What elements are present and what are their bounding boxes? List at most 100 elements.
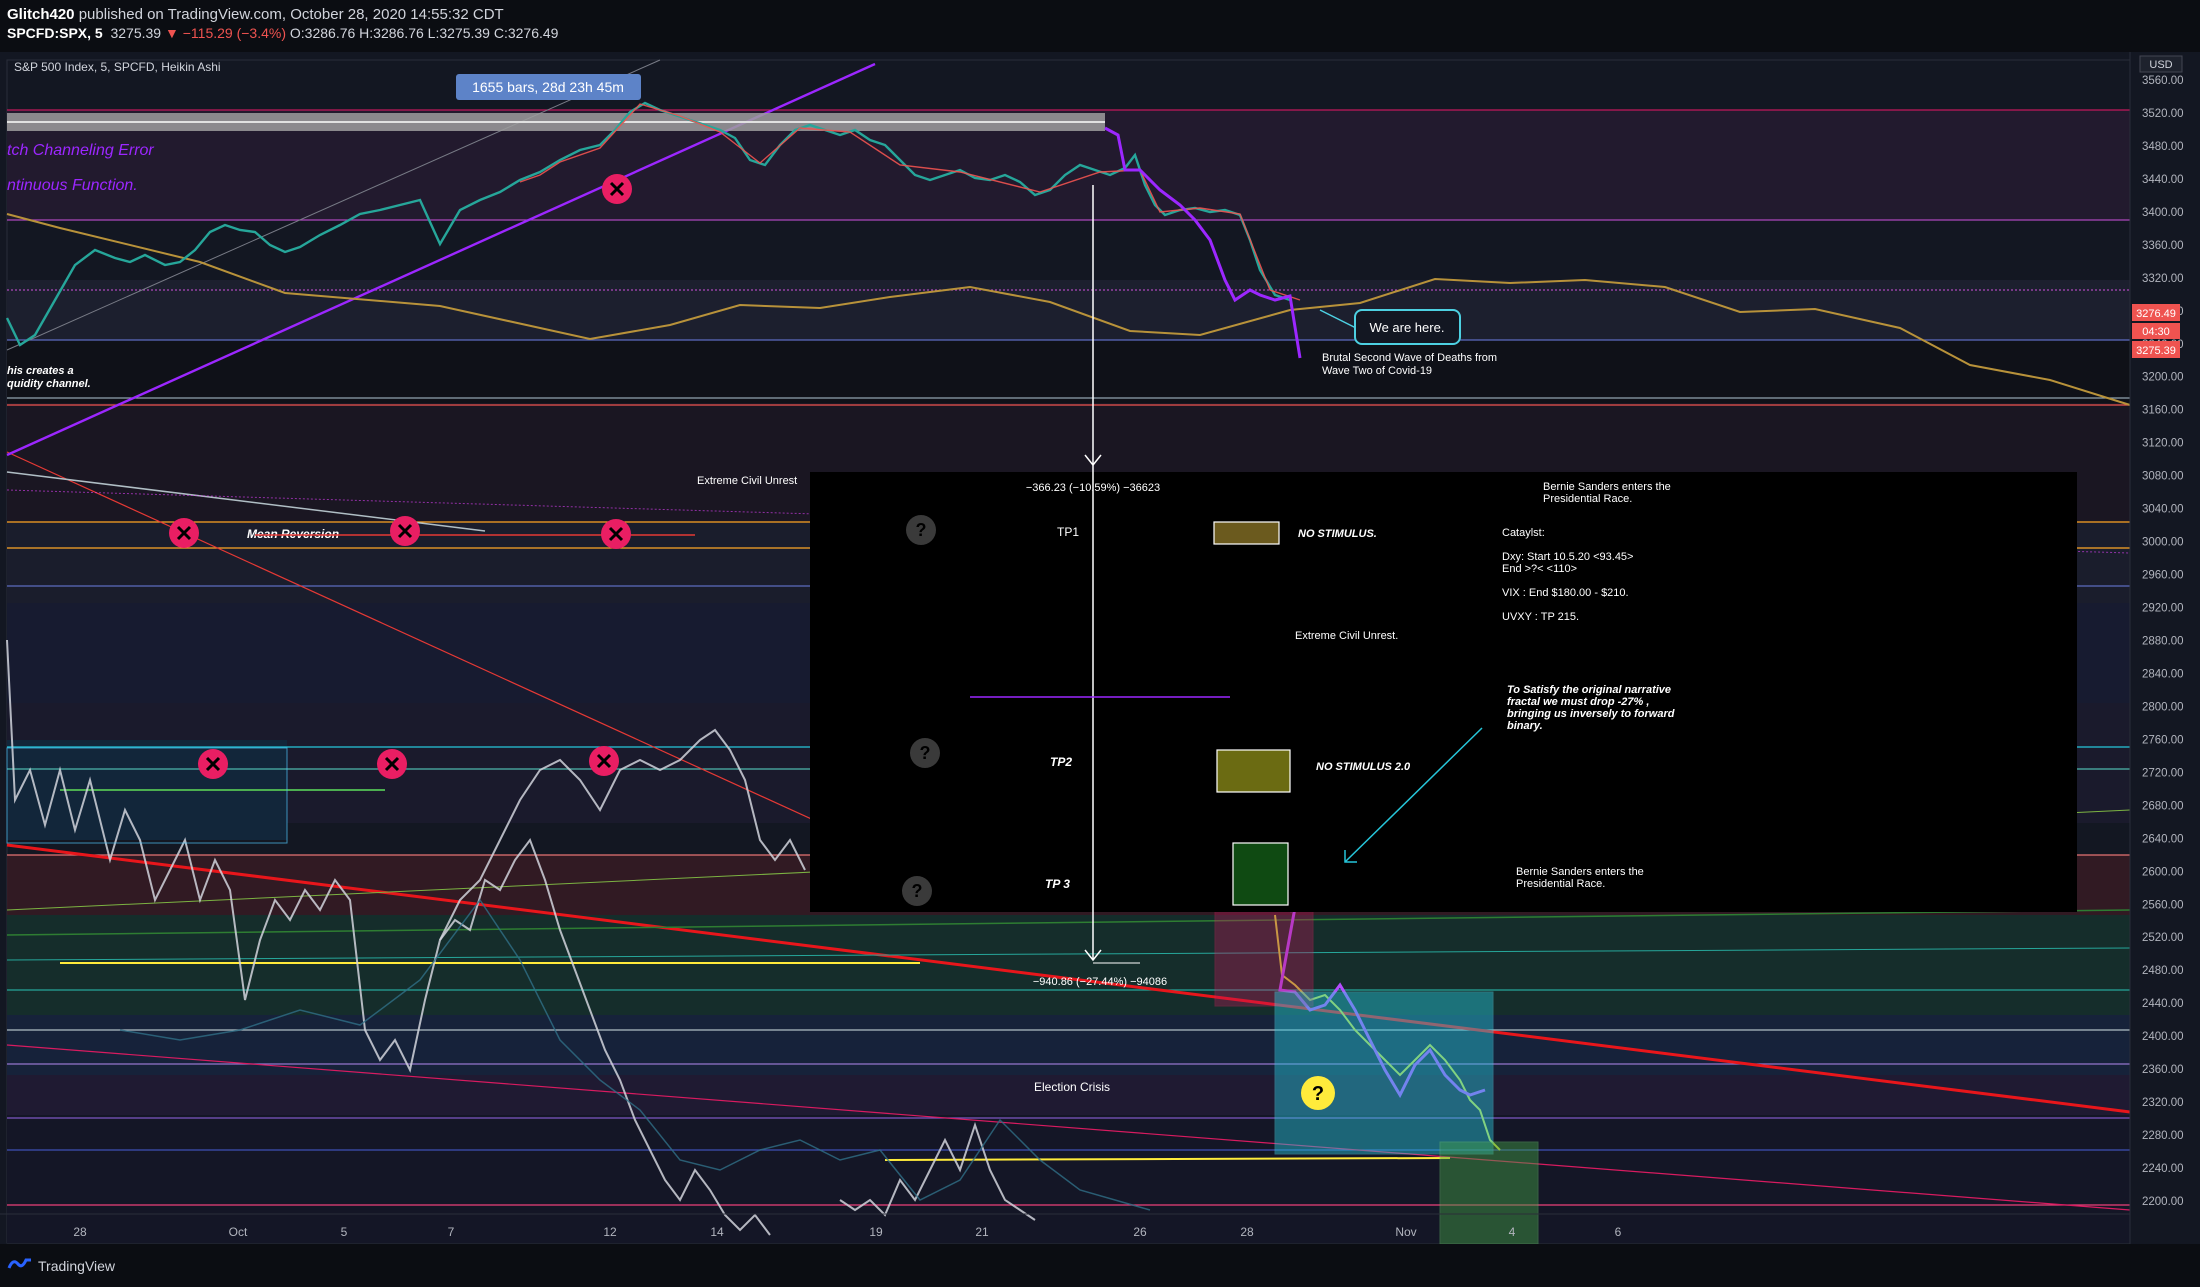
question-icon-yellow: ? — [1301, 1076, 1335, 1110]
time-tick-label: 6 — [1615, 1225, 1622, 1239]
no-stimulus-label: NO STIMULUS. — [1298, 528, 1377, 540]
info-panel — [810, 472, 2077, 912]
price-tag-low: 3275.39 — [2136, 345, 2176, 357]
measure-label-2: −940.86 (−27.44%) −94086 — [1033, 976, 1167, 988]
price-tick-label: 2880.00 — [2142, 636, 2184, 648]
tp3-label: TP 3 — [1045, 877, 1070, 891]
time-tick-label: 28 — [73, 1225, 87, 1239]
author-name[interactable]: Glitch420 — [7, 6, 75, 23]
x-marker-icon — [589, 746, 619, 776]
tp1-label: TP1 — [1057, 525, 1079, 539]
chart-header: Glitch420 published on TradingView.com, … — [0, 0, 2200, 60]
tradingview-logo-icon[interactable] — [7, 1256, 33, 1274]
price-tick-label: 2440.00 — [2142, 998, 2184, 1010]
price-tick-label: 3080.00 — [2142, 471, 2184, 483]
band-teal — [7, 915, 2130, 1015]
measure-label-1: −366.23 (−10.59%) −36623 — [1026, 482, 1160, 494]
dxy-line-1: Dxy: Start 10.5.20 <93.45> — [1502, 551, 1633, 563]
annotation-second-wave-2: Wave Two of Covid-19 — [1322, 365, 1432, 377]
time-tick-label: 21 — [975, 1225, 989, 1239]
price-tick-label: 3480.00 — [2142, 141, 2184, 153]
x-marker-icon — [169, 518, 199, 548]
uvxy-line: UVXY : TP 215. — [1502, 611, 1579, 623]
price-tick-label: 3040.00 — [2142, 504, 2184, 516]
time-tick-label: 4 — [1509, 1225, 1516, 1239]
annotation-second-wave-1: Brutal Second Wave of Deaths from — [1322, 352, 1497, 364]
price-tick-label: 2320.00 — [2142, 1097, 2184, 1109]
price-tick-label: 2680.00 — [2142, 800, 2184, 812]
annotation-liquidity-1: his creates a — [7, 365, 74, 377]
bernie-top-1: Bernie Sanders enters the — [1543, 481, 1671, 493]
box-red-target — [1214, 905, 1314, 1007]
satisfy-line-1: To Satisfy the original narrative — [1507, 684, 1671, 696]
box-green-target — [1439, 1141, 1539, 1245]
price-tick-label: 2280.00 — [2142, 1130, 2184, 1142]
satisfy-line-3: bringing us inversely to forward — [1507, 708, 1675, 720]
price-tick-label: 3120.00 — [2142, 438, 2184, 450]
price-change: ▼ −115.29 (−3.4%) — [164, 25, 286, 41]
chart-area[interactable]: 1655 bars, 28d 23h 45m S&P 500 Index, 5,… — [0, 52, 2200, 1245]
price-tick-label: 2400.00 — [2142, 1031, 2184, 1043]
tp3-swatch — [1232, 842, 1289, 906]
price-tick-label: 3320.00 — [2142, 273, 2184, 285]
we-are-here-label: We are here. — [1370, 320, 1445, 335]
x-marker-icon — [198, 749, 228, 779]
band-blue-low — [7, 1015, 2130, 1075]
svg-text:?: ? — [916, 520, 927, 540]
last-price: 3275.39 — [110, 25, 162, 41]
question-icon: ? — [906, 515, 936, 545]
time-tick-label: Oct — [229, 1225, 248, 1239]
svg-text:?: ? — [912, 881, 923, 901]
publish-info: Glitch420 published on TradingView.com, … — [7, 6, 504, 23]
price-tick-label: 2360.00 — [2142, 1064, 2184, 1076]
question-icon: ? — [902, 876, 932, 906]
dxy-line-2: End >?< <110> — [1502, 563, 1577, 575]
price-tag-top: 3276.49 — [2136, 308, 2176, 320]
question-icon: ? — [910, 738, 940, 768]
bars-label: 1655 bars, 28d 23h 45m — [472, 79, 624, 95]
chart-legend-title: S&P 500 Index, 5, SPCFD, Heikin Ashi — [14, 60, 221, 74]
price-tick-label: 2560.00 — [2142, 899, 2184, 911]
box-cyan-target — [1274, 991, 1494, 1155]
time-tick-label: 28 — [1240, 1225, 1254, 1239]
price-tick-label: 2920.00 — [2142, 603, 2184, 615]
price-tick-label: 3400.00 — [2142, 207, 2184, 219]
band-black — [7, 340, 2130, 403]
x-marker-icon — [602, 174, 632, 204]
time-tick-label: 12 — [603, 1225, 617, 1239]
svg-text:?: ? — [920, 743, 931, 763]
satisfy-line-2: fractal we must drop -27% , — [1507, 696, 1649, 708]
chart-footer: TradingView — [0, 1244, 2200, 1287]
annotation-mean-reversion: Mean Reversion — [247, 527, 339, 541]
price-tick-label: 2720.00 — [2142, 767, 2184, 779]
civil-unrest-label: Extreme Civil Unrest. — [1295, 630, 1398, 642]
price-tick-label: 2520.00 — [2142, 932, 2184, 944]
price-tick-label: 2640.00 — [2142, 833, 2184, 845]
annotation-continuous-function: ntinuous Function. — [7, 177, 138, 194]
price-tick-label: 3560.00 — [2142, 75, 2184, 87]
bernie-bottom-1: Bernie Sanders enters the — [1516, 866, 1644, 878]
price-tick-label: 2200.00 — [2142, 1196, 2184, 1208]
time-tick-label: 26 — [1133, 1225, 1147, 1239]
catalyst-label: Cataylst: — [1502, 527, 1545, 539]
vix-line: VIX : End $180.00 - $210. — [1502, 587, 1629, 599]
tp2-label: TP2 — [1050, 755, 1072, 769]
no-stimulus-2-swatch — [1216, 749, 1291, 793]
time-tick-label: 14 — [710, 1225, 724, 1239]
price-tick-label: 2240.00 — [2142, 1163, 2184, 1175]
tradingview-brand[interactable]: TradingView — [38, 1258, 115, 1274]
x-marker-icon — [377, 749, 407, 779]
bernie-bottom-2: Presidential Race. — [1516, 878, 1605, 890]
no-stimulus-2-label: NO STIMULUS 2.0 — [1316, 761, 1411, 773]
price-tick-label: 3520.00 — [2142, 108, 2184, 120]
time-tick-label: 7 — [448, 1225, 455, 1239]
price-tick-label: 2760.00 — [2142, 734, 2184, 746]
x-marker-icon — [390, 516, 420, 546]
price-tick-label: 3160.00 — [2142, 405, 2184, 417]
price-tick-label: 2800.00 — [2142, 701, 2184, 713]
price-tick-label: 2840.00 — [2142, 668, 2184, 680]
band-bottom — [7, 1115, 2130, 1243]
annotation-civil-unrest-left: Extreme Civil Unrest — [697, 475, 797, 487]
time-tick-label: 5 — [341, 1225, 348, 1239]
currency-label: USD — [2149, 59, 2172, 71]
